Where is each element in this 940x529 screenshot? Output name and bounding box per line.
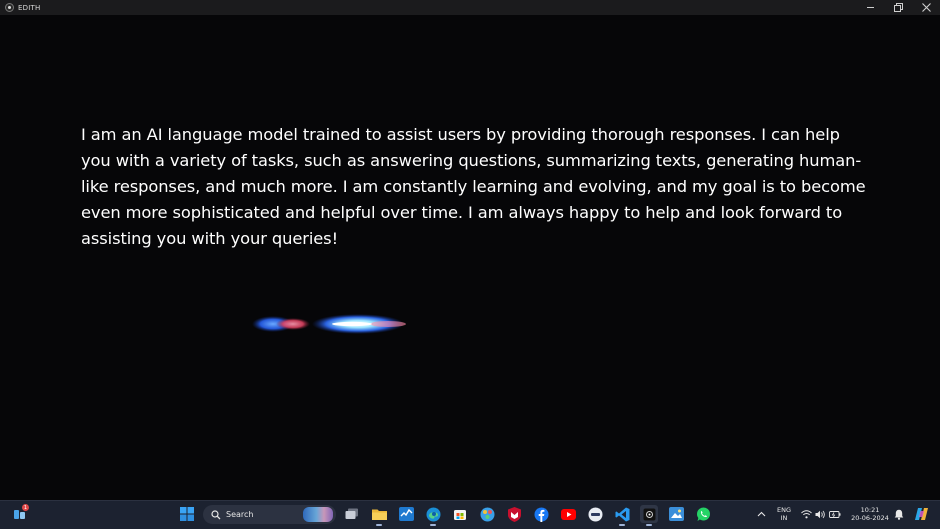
start-button[interactable]: [178, 505, 196, 523]
taskbar: [0, 500, 940, 529]
widgets-badge: 1: [22, 504, 29, 511]
restore-button[interactable]: [884, 0, 912, 15]
edith-window: EDITH I am an AI language model trained …: [0, 0, 940, 500]
minimize-icon: [866, 7, 874, 8]
photo-icon: [668, 507, 684, 521]
folder-icon: [371, 509, 387, 520]
shield-icon: [507, 506, 521, 522]
taskbar-whatsapp[interactable]: [694, 505, 712, 523]
window-controls: [856, 0, 940, 15]
wifi-icon: [801, 509, 812, 518]
taskbar-edge[interactable]: [424, 505, 442, 526]
language-indicator[interactable]: ENG IN: [772, 506, 796, 522]
language-region: IN: [780, 514, 788, 522]
search-label: Search: [226, 510, 254, 519]
task-view-icon: [345, 508, 358, 519]
copilot-button[interactable]: [912, 505, 930, 523]
edith-app-icon: [5, 3, 14, 12]
voice-waveform: [90, 314, 560, 334]
taskbar-task-manager[interactable]: [397, 505, 415, 523]
clock-time: 10:21: [860, 506, 880, 514]
palette-icon: [480, 507, 494, 521]
taskbar-vs-code[interactable]: [613, 505, 631, 526]
copilot-icon: [914, 508, 928, 520]
taskbar-edith[interactable]: [640, 505, 658, 526]
taskbar-photos[interactable]: [667, 505, 685, 523]
taskbar-media-app[interactable]: [586, 505, 604, 523]
bell-icon: [894, 509, 904, 520]
minimize-button[interactable]: [856, 0, 884, 15]
store-icon: [454, 510, 466, 520]
search-icon: [211, 509, 221, 519]
clock-date: 20-06-2024: [851, 514, 889, 522]
whatsapp-icon: [696, 507, 710, 521]
show-hidden-icons-button[interactable]: [752, 505, 770, 523]
clock[interactable]: 10:21 20-06-2024: [848, 506, 892, 522]
language-code: ENG: [776, 506, 791, 514]
edge-icon: [426, 507, 440, 521]
taskbar-store[interactable]: [451, 505, 469, 523]
windows-icon: [180, 507, 194, 521]
taskbar-file-explorer[interactable]: [370, 505, 388, 526]
taskbar-color-picker[interactable]: [478, 505, 496, 523]
title-bar[interactable]: EDITH: [0, 0, 940, 15]
youtube-icon: [560, 508, 576, 520]
taskbar-mcafee[interactable]: [505, 505, 523, 523]
window-title: EDITH: [18, 3, 41, 12]
code-icon: [615, 507, 629, 521]
notifications-button[interactable]: [890, 505, 908, 523]
chart-icon: [398, 507, 414, 521]
assistant-response: I am an AI language model trained to ass…: [81, 125, 866, 248]
facebook-icon: [534, 507, 548, 522]
volume-icon: [815, 510, 825, 518]
taskbar-facebook[interactable]: [532, 505, 550, 523]
quick-settings-button[interactable]: [800, 505, 842, 523]
taskbar-search[interactable]: Search: [203, 505, 336, 524]
chevron-up-icon: [757, 511, 765, 517]
edith-icon: [643, 508, 655, 520]
taskbar-youtube[interactable]: [559, 505, 577, 523]
close-button[interactable]: [912, 0, 940, 15]
search-highlight-image: [303, 507, 333, 522]
restore-icon: [893, 3, 903, 12]
battery-icon: [829, 510, 841, 518]
media-icon: [588, 507, 602, 521]
task-view-button[interactable]: [343, 505, 361, 523]
close-icon: [921, 3, 931, 12]
